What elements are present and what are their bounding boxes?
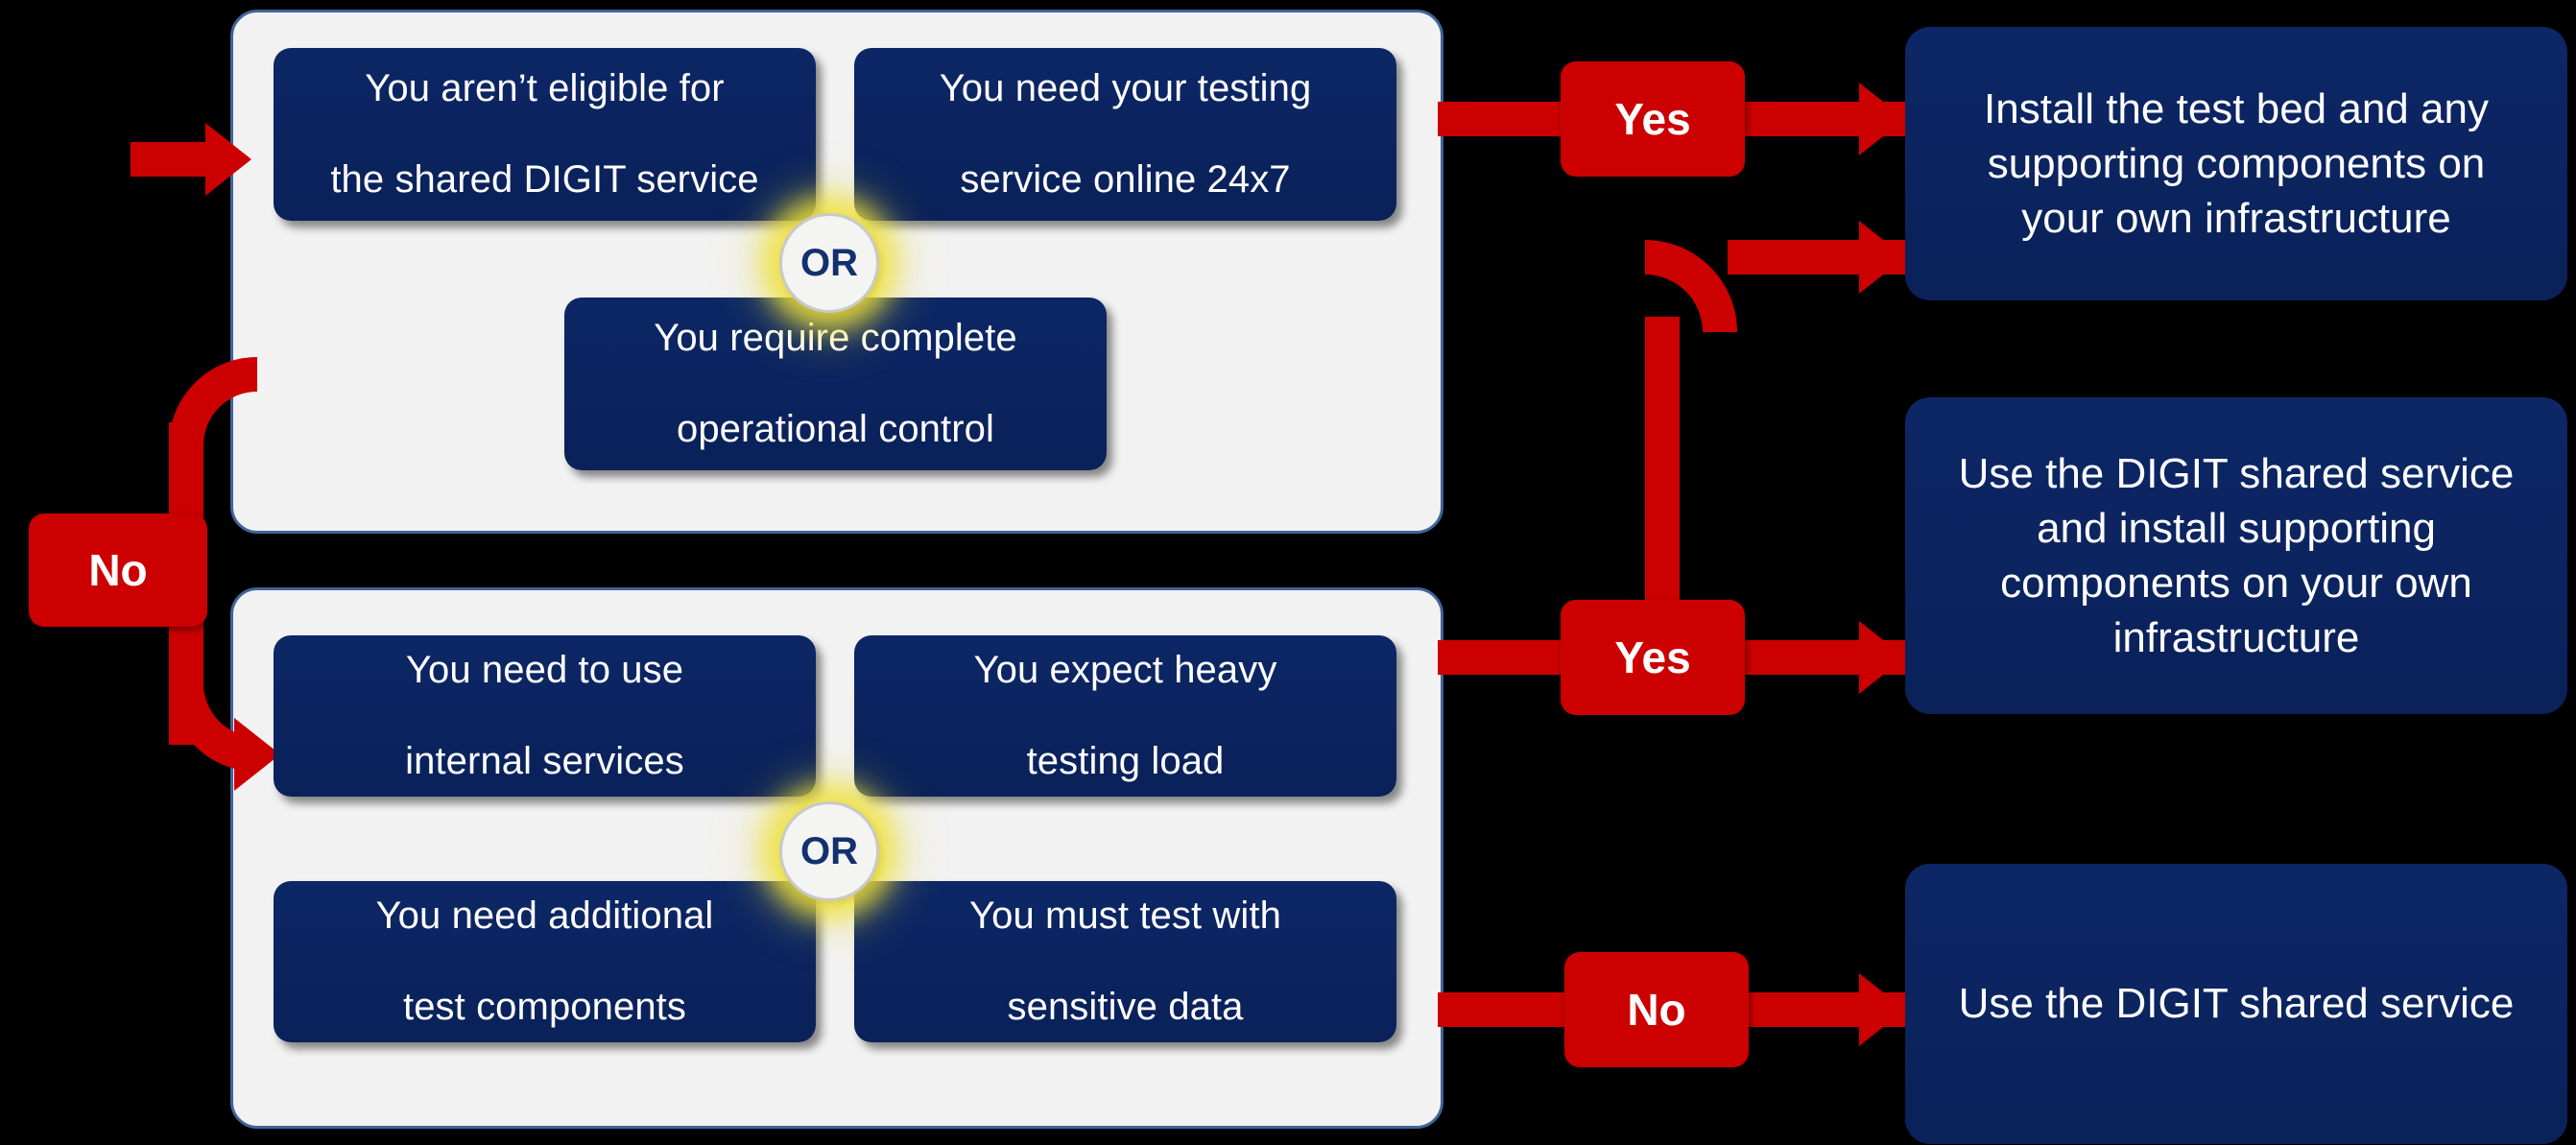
condition-text: You aren’t eligible for the shared DIGIT … <box>330 66 758 203</box>
condition-line-1: You need your testing <box>939 67 1312 110</box>
yes-bottom-arrowhead-icon <box>1859 621 1905 694</box>
result-line-3: components on your own <box>2000 560 2472 607</box>
condition-box[interactable]: You require complete operational control <box>564 298 1107 470</box>
condition-box[interactable]: You aren’t eligible for the shared DIGIT … <box>274 48 816 221</box>
condition-box[interactable]: You must test with sensitive data <box>854 881 1396 1042</box>
yes-branch-vertical <box>1645 317 1680 633</box>
condition-text: You need to use internal services <box>405 648 684 784</box>
yes-label-top: Yes <box>1561 61 1745 177</box>
condition-line-1: You must test with <box>969 895 1281 938</box>
condition-text: You expect heavy testing load <box>974 648 1277 784</box>
condition-line-1: You require complete <box>654 317 1017 360</box>
condition-box[interactable]: You need additional test components <box>274 881 816 1042</box>
condition-line-2: testing load <box>1026 739 1225 782</box>
condition-line-1: You expect heavy <box>973 649 1277 692</box>
entry-arrowhead-icon <box>205 123 251 196</box>
yes-top-arrowhead-icon <box>1859 83 1905 155</box>
condition-text: You need additional test components <box>376 894 714 1030</box>
yes-branch-corner <box>1645 240 1737 332</box>
condition-line-2: test components <box>403 985 686 1028</box>
or-badge-top: OR <box>779 213 879 313</box>
condition-text: You require complete operational control <box>654 316 1017 452</box>
result-line-1: Install the test bed and any <box>1984 84 2489 132</box>
condition-box[interactable]: You need your testing service online 24x7 <box>854 48 1396 221</box>
result-line-4: infrastructure <box>2112 614 2360 662</box>
condition-box[interactable]: You need to use internal services <box>274 635 816 797</box>
no-label-right: No <box>1564 952 1749 1067</box>
no-right-arrowhead-icon <box>1859 973 1905 1046</box>
or-badge-bottom: OR <box>779 801 879 901</box>
condition-line-2: sensitive data <box>1007 985 1244 1028</box>
result-line-3: your own infrastructure <box>2021 195 2451 243</box>
result-line-1: Use the DIGIT shared service <box>1958 980 2515 1028</box>
condition-line-2: internal services <box>405 739 684 782</box>
yes-label-bottom: Yes <box>1561 600 1745 715</box>
condition-text: You need your testing service online 24x7 <box>940 66 1312 203</box>
condition-line-1: You need additional <box>375 895 714 938</box>
condition-line-2: operational control <box>676 407 994 450</box>
result-box[interactable]: Use the DIGIT shared service and install… <box>1905 397 2567 714</box>
condition-line-2: the shared DIGIT service <box>330 157 759 201</box>
result-box[interactable]: Install the test bed and any supporting … <box>1905 27 2567 300</box>
condition-line-1: You aren’t eligible for <box>365 67 725 110</box>
result-line-1: Use the DIGIT shared service <box>1958 449 2515 497</box>
condition-line-2: service online 24x7 <box>960 157 1291 201</box>
result-box[interactable]: Use the DIGIT shared service <box>1905 864 2567 1144</box>
condition-box[interactable]: You expect heavy testing load <box>854 635 1396 797</box>
result-line-2: supporting components on <box>1987 139 2486 187</box>
yes-branch-arrowhead-icon <box>1859 221 1905 294</box>
no-label-left: No <box>29 513 207 627</box>
condition-text: You must test with sensitive data <box>969 894 1281 1030</box>
condition-line-1: You need to use <box>405 649 684 692</box>
result-line-2: and install supporting <box>2037 504 2436 552</box>
diagram-canvas: No You aren’t eligible for the shared DIG… <box>0 0 2576 1145</box>
